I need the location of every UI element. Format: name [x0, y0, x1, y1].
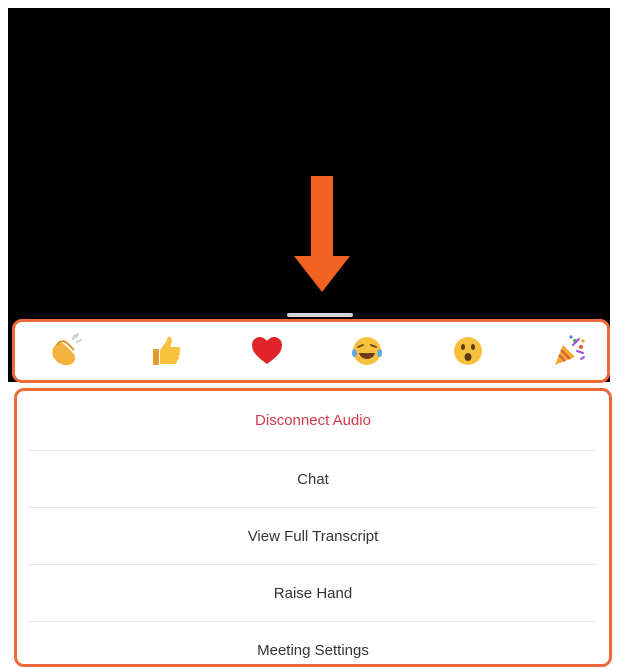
tears-of-joy-icon — [352, 337, 383, 365]
chat-button[interactable]: Chat — [29, 451, 597, 508]
clapping-hands-icon — [52, 333, 82, 366]
open-mouth-icon — [454, 337, 483, 365]
reaction-bar — [12, 319, 610, 383]
down-arrow-icon — [294, 176, 350, 292]
meeting-settings-button[interactable]: Meeting Settings — [29, 622, 597, 664]
clapping-hands-reaction[interactable] — [45, 331, 85, 371]
party-popper-icon — [554, 335, 585, 365]
disconnect-audio-button[interactable]: Disconnect Audio — [29, 391, 597, 451]
raise-hand-button[interactable]: Raise Hand — [29, 565, 597, 622]
tears-of-joy-reaction[interactable] — [347, 331, 387, 371]
view-full-transcript-button[interactable]: View Full Transcript — [29, 508, 597, 565]
meeting-screen: Disconnect Audio Chat View Full Transcri… — [0, 0, 618, 669]
drag-handle[interactable] — [287, 313, 353, 317]
party-popper-reaction[interactable] — [549, 331, 589, 371]
meeting-menu: Disconnect Audio Chat View Full Transcri… — [14, 388, 612, 667]
thumbs-up-icon — [152, 336, 181, 365]
open-mouth-reaction[interactable] — [448, 331, 488, 371]
heart-icon — [251, 337, 282, 364]
thumbs-up-reaction[interactable] — [146, 331, 186, 371]
heart-reaction[interactable] — [247, 331, 287, 371]
